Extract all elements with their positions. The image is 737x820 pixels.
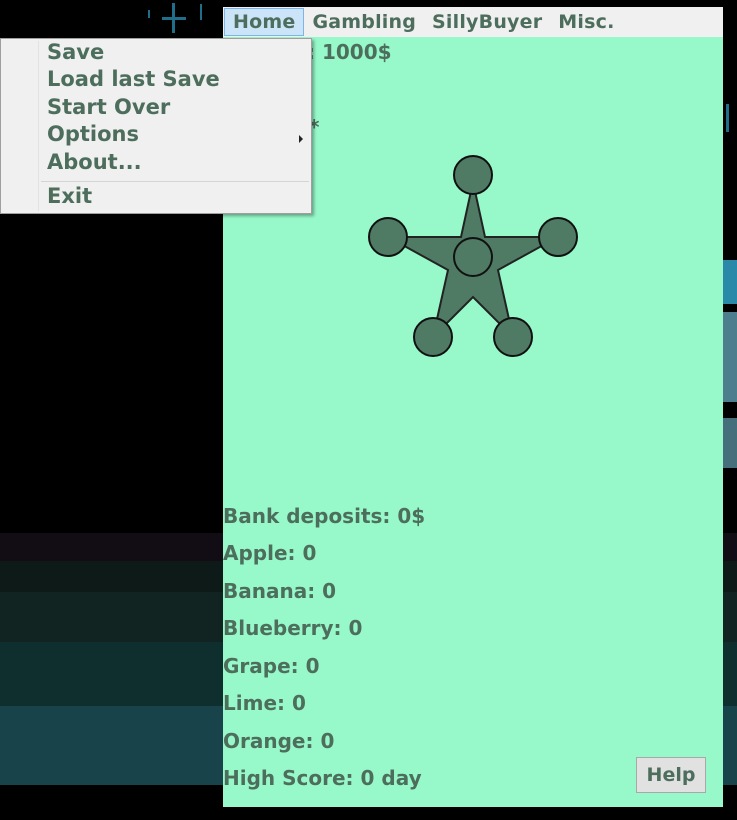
- star-tip-bottom-left: [413, 317, 453, 357]
- star-center: [453, 237, 493, 277]
- desktop-decoration: [200, 4, 202, 20]
- menu-item-save[interactable]: Save: [47, 39, 307, 66]
- menu-item-start-over[interactable]: Start Over: [47, 94, 307, 121]
- fruit-count-blueberry: Blueberry: 0: [223, 616, 363, 640]
- menu-separator: [41, 181, 309, 182]
- menu-bar: Home Gambling SillyBuyer Misc.: [223, 7, 723, 37]
- desktop-decoration: [722, 418, 737, 468]
- desktop-decoration: [721, 260, 737, 304]
- star-tip-top: [453, 155, 493, 195]
- desktop-decoration: [726, 104, 729, 132]
- menu-item-load-last-save[interactable]: Load last Save: [47, 66, 307, 93]
- menu-sillybuyer[interactable]: SillyBuyer: [424, 8, 550, 36]
- menu-item-exit[interactable]: Exit: [47, 183, 307, 210]
- fruit-count-grape: Grape: 0: [223, 654, 320, 678]
- fruit-count-apple: Apple: 0: [223, 541, 317, 565]
- star-tip-left: [368, 217, 408, 257]
- menu-icon-gutter: [38, 41, 39, 211]
- high-score-label: High Score: 0 day: [223, 766, 422, 790]
- menu-misc[interactable]: Misc.: [550, 8, 622, 36]
- fruit-count-orange: Orange: 0: [223, 729, 335, 753]
- star-tip-bottom-right: [493, 317, 533, 357]
- sheriff-star-icon: [368, 155, 578, 357]
- desktop-decoration: [148, 10, 150, 18]
- help-button[interactable]: Help: [636, 757, 706, 793]
- home-dropdown-menu: Save Load last Save Start Over Options A…: [0, 38, 312, 214]
- desktop-decoration: [722, 312, 737, 402]
- menu-gambling[interactable]: Gambling: [304, 8, 424, 36]
- submenu-arrow-icon: [299, 135, 303, 143]
- menu-home[interactable]: Home: [224, 8, 305, 36]
- menu-item-options[interactable]: Options: [47, 121, 307, 148]
- fruit-count-banana: Banana: 0: [223, 579, 337, 603]
- star-tip-right: [538, 217, 578, 257]
- bank-deposits-label: Bank deposits: 0$: [223, 504, 426, 528]
- fruit-count-lime: Lime: 0: [223, 691, 306, 715]
- money-label: : 1000$: [307, 40, 392, 64]
- menu-item-about[interactable]: About...: [47, 149, 307, 176]
- desktop-decoration: [162, 17, 186, 20]
